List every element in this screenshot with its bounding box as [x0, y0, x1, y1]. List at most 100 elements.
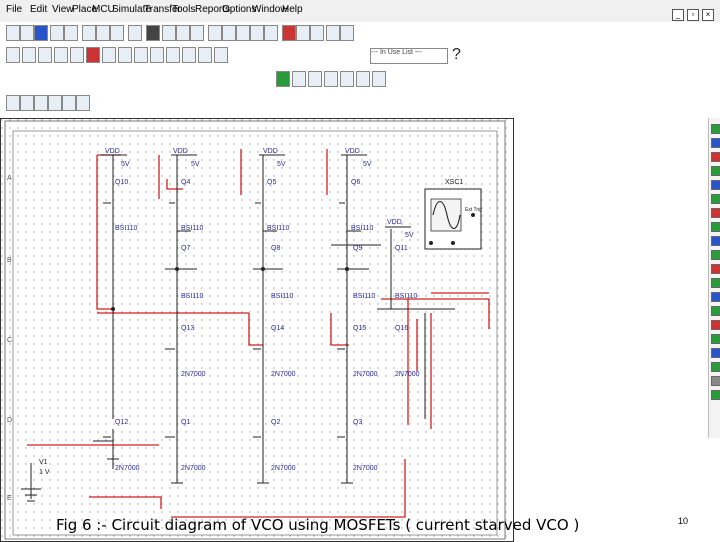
- figure-caption: Fig 6 :- Circuit diagram of VCO using MO…: [56, 516, 580, 534]
- zoom-in-icon[interactable]: [162, 25, 176, 41]
- indicator-component-icon[interactable]: [150, 47, 164, 63]
- rf-component-icon[interactable]: [198, 47, 212, 63]
- basic-component-icon[interactable]: [22, 47, 36, 63]
- new-icon[interactable]: [6, 25, 20, 41]
- vdd-label-2: VDD: [173, 148, 188, 155]
- network-analyzer-icon[interactable]: [711, 292, 720, 302]
- print-icon[interactable]: [50, 25, 64, 41]
- view-toolbar-icon-6[interactable]: [76, 95, 90, 111]
- view-toolbar-icon-3[interactable]: [34, 95, 48, 111]
- vdd-label-5: VDD: [387, 219, 402, 226]
- print-preview-icon[interactable]: [64, 25, 78, 41]
- schematic-workspace[interactable]: VDD 5V VDD 5V VDD 5V VDD 5V VDD 5V Q10 Q…: [0, 118, 514, 542]
- measurement-probe-icon[interactable]: [711, 362, 720, 372]
- frequency-counter-icon[interactable]: [711, 194, 720, 204]
- iv-analyzer-icon[interactable]: [711, 250, 720, 260]
- analog-component-icon[interactable]: [70, 47, 84, 63]
- paste-icon[interactable]: [110, 25, 124, 41]
- logic-converter-icon[interactable]: [711, 236, 720, 246]
- view-toolbar-icon-1[interactable]: [6, 95, 20, 111]
- distortion-analyzer-icon[interactable]: [711, 264, 720, 274]
- erc-icon[interactable]: [282, 25, 296, 41]
- view-toolbar-icon-5[interactable]: [62, 95, 76, 111]
- close-icon[interactable]: ×: [702, 9, 714, 21]
- step-icon[interactable]: [340, 71, 354, 87]
- restore-icon[interactable]: ▫: [687, 9, 699, 21]
- word-generator-icon[interactable]: [711, 208, 720, 218]
- minimize-icon[interactable]: _: [672, 9, 684, 21]
- database-icon[interactable]: [236, 25, 250, 41]
- vdd-label-1: VDD: [105, 148, 120, 155]
- breakpoint-icon[interactable]: [356, 71, 370, 87]
- 2n7000-e: 2N7000: [115, 465, 140, 472]
- undo-icon[interactable]: [128, 25, 142, 41]
- bsi110-a: BSI110: [115, 225, 138, 232]
- view-toolbar-icon-4[interactable]: [48, 95, 62, 111]
- schematic-canvas[interactable]: [1, 119, 513, 541]
- design-toolbox-icon[interactable]: [208, 25, 222, 41]
- current-probe-icon[interactable]: [711, 390, 720, 400]
- q4-label: Q4: [181, 179, 191, 186]
- misc-digital-icon[interactable]: [118, 47, 132, 63]
- bsi110-c: BSI110: [267, 225, 290, 232]
- full-screen-icon[interactable]: [146, 25, 160, 41]
- agilent-oscilloscope-icon[interactable]: [711, 334, 720, 344]
- q15-label: Q15: [353, 325, 367, 332]
- zoom-area-icon[interactable]: [190, 25, 204, 41]
- bode-plotter-icon[interactable]: [711, 180, 720, 190]
- menu-file[interactable]: File: [6, 4, 22, 15]
- source-component-icon[interactable]: [6, 47, 20, 63]
- in-use-list-icon[interactable]: [340, 25, 354, 41]
- row-marker-c: C: [7, 337, 13, 344]
- postprocessor-icon[interactable]: [264, 25, 278, 41]
- q1-label: Q1: [181, 419, 191, 426]
- power-component-icon[interactable]: [166, 47, 180, 63]
- bsi110-f: BSI110: [271, 293, 294, 300]
- backannotate-icon[interactable]: [296, 25, 310, 41]
- menu-bar: File Edit View Place MCU Simulate Transf…: [0, 0, 720, 22]
- open-icon[interactable]: [20, 25, 34, 41]
- pause-icon[interactable]: [292, 71, 306, 87]
- menu-help[interactable]: Help: [282, 4, 303, 15]
- agilent-generator-icon[interactable]: [711, 306, 720, 316]
- agilent-multimeter-icon[interactable]: [711, 320, 720, 330]
- menu-edit[interactable]: Edit: [30, 4, 47, 15]
- save-icon[interactable]: [34, 25, 48, 41]
- stop-icon[interactable]: [308, 71, 322, 87]
- tektronix-oscilloscope-icon[interactable]: [711, 348, 720, 358]
- oscilloscope-icon[interactable]: [711, 166, 720, 176]
- components-toolbar: [0, 44, 470, 66]
- cut-icon[interactable]: [82, 25, 96, 41]
- oscilloscope-xsc1[interactable]: [424, 188, 482, 250]
- view-toolbar-icon-2[interactable]: [20, 95, 34, 111]
- v1-value: 1 V: [39, 469, 50, 476]
- mixed-component-icon[interactable]: [134, 47, 148, 63]
- standard-toolbar: --- In Use List --- ?: [0, 22, 470, 64]
- electromechanical-icon[interactable]: [214, 47, 228, 63]
- cmos-component-icon[interactable]: [102, 47, 116, 63]
- spectrum-analyzer-icon[interactable]: [711, 278, 720, 288]
- labview-icon[interactable]: [711, 376, 720, 386]
- grapher-icon[interactable]: [250, 25, 264, 41]
- component-wizard-icon[interactable]: [326, 25, 340, 41]
- run-icon[interactable]: [276, 71, 290, 87]
- v1-label: V1: [39, 459, 48, 466]
- logic-analyzer-icon[interactable]: [711, 222, 720, 232]
- transistor-component-icon[interactable]: [54, 47, 68, 63]
- toggle-icon[interactable]: [372, 71, 386, 87]
- forward-annotate-icon[interactable]: [310, 25, 324, 41]
- misc-component-icon[interactable]: [182, 47, 196, 63]
- ttl-component-icon[interactable]: [86, 47, 100, 63]
- wattmeter-icon[interactable]: [711, 152, 720, 162]
- probe-icon[interactable]: [324, 71, 338, 87]
- diode-component-icon[interactable]: [38, 47, 52, 63]
- zoom-out-icon[interactable]: [176, 25, 190, 41]
- q12-label: Q12: [115, 419, 129, 426]
- q13-label: Q13: [181, 325, 195, 332]
- menu-view[interactable]: View: [52, 4, 74, 15]
- copy-icon[interactable]: [96, 25, 110, 41]
- spreadsheet-icon[interactable]: [222, 25, 236, 41]
- function-generator-icon[interactable]: [711, 138, 720, 148]
- multimeter-icon[interactable]: [711, 124, 720, 134]
- menu-tools[interactable]: Tools: [172, 4, 195, 15]
